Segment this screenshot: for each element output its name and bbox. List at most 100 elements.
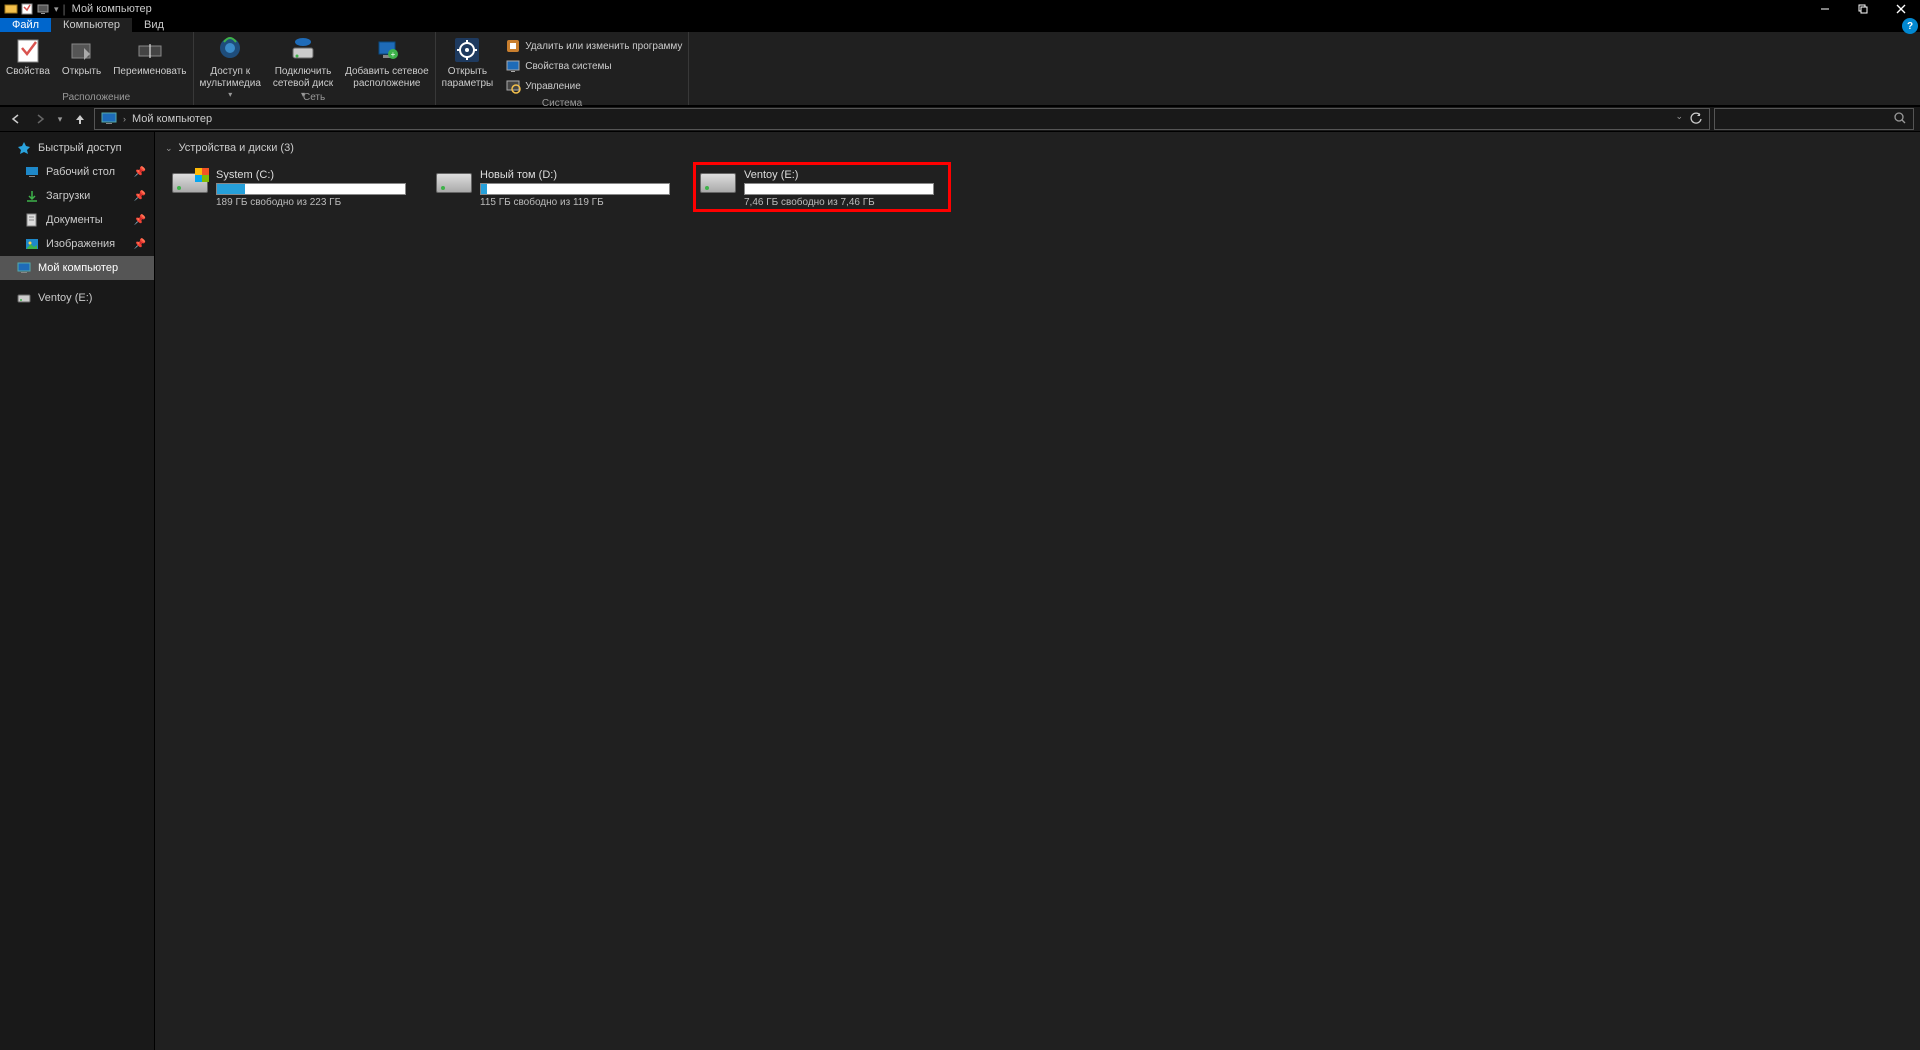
drive-icon (16, 290, 32, 306)
sidebar-ventoy[interactable]: Ventoy (E:) (0, 286, 154, 310)
sidebar: Быстрый доступ Рабочий стол 📌 Загрузки 📌… (0, 132, 155, 1050)
drive-item[interactable]: Новый том (D:) 115 ГБ свободно из 119 ГБ (429, 162, 687, 212)
star-icon (16, 140, 32, 156)
tab-file[interactable]: Файл (0, 18, 51, 32)
drive-item[interactable]: Ventoy (E:) 7,46 ГБ свободно из 7,46 ГБ (693, 162, 951, 212)
drive-name: Ventoy (E:) (744, 169, 944, 181)
ribbon-group-location-label: Расположение (62, 92, 130, 105)
tab-view[interactable]: Вид (132, 18, 176, 32)
media-access-button[interactable]: Доступ к мультимедиа ▾ (194, 34, 267, 92)
sidebar-documents[interactable]: Документы 📌 (0, 208, 154, 232)
drive-free-text: 7,46 ГБ свободно из 7,46 ГБ (744, 197, 944, 208)
sys-props-label: Свойства системы (525, 61, 611, 72)
sidebar-label: Изображения (46, 238, 115, 250)
tab-computer[interactable]: Компьютер (51, 18, 132, 32)
recent-dropdown[interactable]: ▾ (54, 109, 66, 129)
content-area: ⌄ Устройства и диски (3) System (C:) 189… (155, 132, 1920, 1050)
sidebar-quick-access[interactable]: Быстрый доступ (0, 136, 154, 160)
ribbon-group-network: Доступ к мультимедиа ▾ Подключить сетево… (194, 32, 436, 105)
pictures-icon (24, 236, 40, 252)
rename-icon (136, 36, 164, 64)
add-netloc-label: Добавить сетевое расположение (345, 66, 429, 90)
refresh-icon[interactable] (1689, 111, 1703, 128)
sidebar-label: Быстрый доступ (38, 142, 122, 154)
add-netloc-button[interactable]: + Добавить сетевое расположение (339, 34, 435, 92)
svg-text:+: + (391, 50, 396, 59)
properties-icon (14, 36, 42, 64)
ribbon: Свойства Открыть Переименовать Расположе… (0, 32, 1920, 106)
pin-icon[interactable]: 📌 (134, 239, 146, 250)
management-label: Управление (525, 81, 581, 92)
back-button[interactable] (6, 109, 26, 129)
sidebar-label: Мой компьютер (38, 262, 118, 274)
drive-name: Новый том (D:) (480, 169, 680, 181)
sidebar-label: Ventoy (E:) (38, 292, 92, 304)
open-icon (68, 36, 96, 64)
open-label: Открыть (62, 66, 101, 78)
qat-separator: | (63, 2, 66, 16)
address-bar[interactable]: › Мой компьютер ⌄ (94, 108, 1710, 130)
sidebar-downloads[interactable]: Загрузки 📌 (0, 184, 154, 208)
map-drive-label: Подключить сетевой диск (273, 66, 333, 90)
close-button[interactable] (1882, 0, 1920, 18)
search-box[interactable] (1714, 108, 1914, 130)
ribbon-group-network-label: Сеть (303, 92, 325, 105)
open-params-button[interactable]: Открыть параметры (436, 34, 500, 92)
forward-button[interactable] (30, 109, 50, 129)
minimize-button[interactable] (1806, 0, 1844, 18)
pin-icon[interactable]: 📌 (134, 167, 146, 178)
group-header[interactable]: ⌄ Устройства и диски (3) (165, 138, 1910, 158)
settings-icon (453, 36, 481, 64)
drive-free-text: 115 ГБ свободно из 119 ГБ (480, 197, 680, 208)
ribbon-tabs: Файл Компьютер Вид (0, 18, 1920, 32)
pin-icon[interactable]: 📌 (134, 215, 146, 226)
sidebar-label: Загрузки (46, 190, 90, 202)
desktop-icon (24, 164, 40, 180)
uninstall-button[interactable]: Удалить или изменить программу (503, 36, 684, 56)
maximize-button[interactable] (1844, 0, 1882, 18)
drive-name: System (C:) (216, 169, 416, 181)
drive-free-text: 189 ГБ свободно из 223 ГБ (216, 197, 416, 208)
quick-access-toolbar: ▾ | (4, 2, 66, 16)
drives-container: System (C:) 189 ГБ свободно из 223 ГБ Но… (165, 162, 1910, 212)
qat-properties-icon[interactable] (20, 2, 34, 16)
main-area: Быстрый доступ Рабочий стол 📌 Загрузки 📌… (0, 132, 1920, 1050)
sidebar-this-pc[interactable]: Мой компьютер (0, 256, 154, 280)
pc-icon (16, 260, 32, 276)
downloads-icon (24, 188, 40, 204)
titlebar: ▾ | Мой компьютер (0, 0, 1920, 18)
properties-label: Свойства (6, 66, 50, 78)
qat-dropdown-icon[interactable]: ▾ (52, 4, 61, 15)
pin-icon[interactable]: 📌 (134, 191, 146, 202)
sys-props-icon (505, 58, 521, 74)
search-icon (1893, 111, 1907, 128)
up-button[interactable] (70, 109, 90, 129)
sidebar-desktop[interactable]: Рабочий стол 📌 (0, 160, 154, 184)
drive-icon (700, 173, 736, 201)
ribbon-group-system: Открыть параметры Удалить или изменить п… (436, 32, 690, 105)
address-dropdown-icon[interactable]: ⌄ (1675, 111, 1683, 128)
drive-icon (172, 173, 208, 201)
drive-item[interactable]: System (C:) 189 ГБ свободно из 223 ГБ (165, 162, 423, 212)
media-access-label: Доступ к мультимедиа (200, 66, 261, 90)
sidebar-pictures[interactable]: Изображения 📌 (0, 232, 154, 256)
sys-props-button[interactable]: Свойства системы (503, 56, 684, 76)
pc-icon (101, 111, 117, 128)
map-drive-button[interactable]: Подключить сетевой диск ▾ (267, 34, 339, 92)
properties-button[interactable]: Свойства (0, 34, 56, 92)
qat-pc-icon[interactable] (36, 2, 50, 16)
address-path: Мой компьютер (132, 113, 212, 125)
chevron-down-icon: ⌄ (165, 143, 173, 154)
documents-icon (24, 212, 40, 228)
sidebar-label: Документы (46, 214, 103, 226)
rename-button[interactable]: Переименовать (107, 34, 192, 92)
help-button[interactable]: ? (1902, 18, 1918, 34)
chevron-right-icon[interactable]: › (123, 114, 126, 124)
map-drive-icon (289, 36, 317, 64)
management-button[interactable]: Управление (503, 76, 684, 96)
media-access-icon (216, 36, 244, 64)
open-button[interactable]: Открыть (56, 34, 107, 92)
uninstall-label: Удалить или изменить программу (525, 41, 682, 52)
add-netloc-icon: + (373, 36, 401, 64)
rename-label: Переименовать (113, 66, 186, 78)
